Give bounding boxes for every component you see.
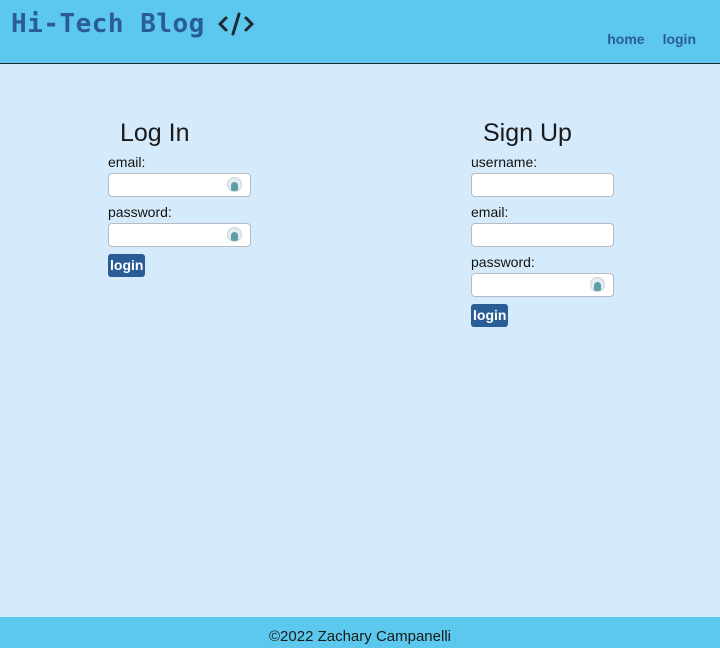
signup-username-field[interactable] <box>471 173 614 197</box>
login-password-wrap <box>108 223 251 247</box>
brand: Hi-Tech Blog <box>11 9 255 39</box>
login-password-label: password: <box>108 204 172 220</box>
site-title: Hi-Tech Blog <box>11 9 205 39</box>
signup-email-label: email: <box>471 204 509 220</box>
nav-home-link[interactable]: home <box>607 31 644 47</box>
login-title: Log In <box>120 119 190 147</box>
site-header: Hi-Tech Blog home login <box>0 0 720 64</box>
signup-username-wrap <box>471 173 614 197</box>
signup-form: Sign Up username: email: password: login <box>471 118 671 327</box>
autofill-icon[interactable] <box>227 177 242 192</box>
signup-password-wrap <box>471 273 614 297</box>
login-email-wrap <box>108 173 251 197</box>
login-button[interactable]: login <box>108 254 146 277</box>
signup-email-wrap <box>471 223 614 247</box>
nav-login-link[interactable]: login <box>663 31 696 47</box>
main-nav: home login <box>607 31 696 47</box>
signup-email-field[interactable] <box>471 223 614 247</box>
signup-username-label: username: <box>471 154 538 170</box>
login-email-label: email: <box>108 154 146 170</box>
autofill-icon[interactable] <box>590 277 605 292</box>
login-form: Log In email: password: login <box>108 118 308 277</box>
signup-password-label: password: <box>471 254 535 270</box>
autofill-icon[interactable] <box>227 227 242 242</box>
signup-button[interactable]: login <box>471 304 509 327</box>
signup-title: Sign Up <box>483 119 572 147</box>
site-footer: ©2022 Zachary Campanelli <box>0 617 720 648</box>
footer-copyright: ©2022 Zachary Campanelli <box>269 628 451 645</box>
code-icon <box>217 10 255 38</box>
